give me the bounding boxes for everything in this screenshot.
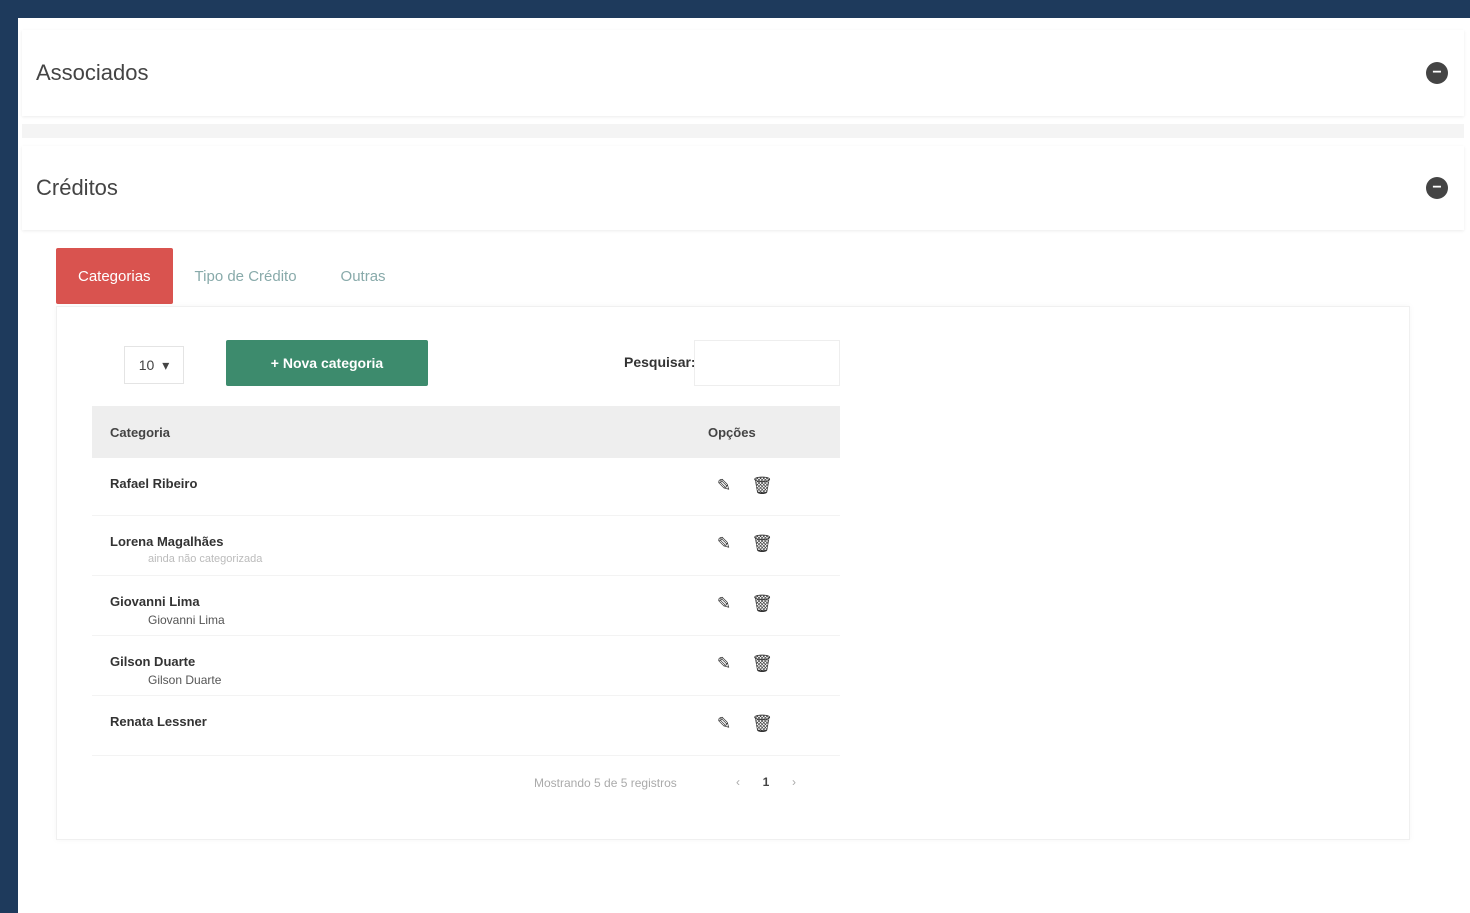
new-category-button[interactable]: + Nova categoria [226, 340, 428, 386]
categories-table: Categoria Opções Rafael Ribeiro ✎ 🗑 Lore… [92, 406, 840, 756]
panel-creditos-title: Créditos [36, 175, 118, 200]
table-row: Renata Lessner ✎ 🗑 [92, 696, 840, 756]
pagination: ‹ 1 › [726, 770, 806, 794]
trash-icon[interactable]: 🗑 [751, 594, 773, 612]
tab-tipo-credito[interactable]: Tipo de Crédito [173, 248, 319, 304]
edit-icon[interactable]: ✎ [714, 534, 734, 552]
page-length-value: 10 [138, 357, 155, 373]
pagination-next[interactable]: › [782, 770, 806, 794]
row-actions: ✎ 🗑 [690, 654, 840, 672]
table-row: Rafael Ribeiro ✎ 🗑 [92, 458, 840, 516]
row-actions: ✎ 🗑 [690, 714, 840, 732]
edit-icon[interactable]: ✎ [714, 594, 734, 612]
category-name: Renata Lessner [92, 714, 690, 729]
credit-tabs: Categorias Tipo de Crédito Outras [56, 248, 408, 304]
collapse-icon[interactable]: − [1426, 62, 1448, 84]
row-actions: ✎ 🗑 [690, 476, 840, 494]
page-length-select[interactable]: 10 ▾ [124, 346, 184, 384]
search-input[interactable] [694, 340, 840, 386]
trash-icon[interactable]: 🗑 [751, 654, 773, 672]
category-name: Rafael Ribeiro [92, 476, 690, 491]
category-name: Giovanni Lima Giovanni Lima [92, 594, 690, 627]
column-header-categoria[interactable]: Categoria [92, 425, 690, 440]
category-name: Gilson Duarte Gilson Duarte [92, 654, 690, 687]
category-name-text: Renata Lessner [110, 714, 207, 729]
category-name-text: Gilson Duarte [110, 654, 196, 669]
search-label: Pesquisar: [624, 354, 696, 370]
row-actions: ✎ 🗑 [690, 534, 840, 552]
category-subtext: Gilson Duarte [148, 673, 222, 687]
caret-down-icon: ▾ [162, 356, 170, 373]
category-subtext: Giovanni Lima [148, 613, 225, 627]
edit-icon[interactable]: ✎ [714, 476, 734, 494]
row-actions: ✎ 🗑 [690, 594, 840, 612]
edit-icon[interactable]: ✎ [714, 654, 734, 672]
tab-outras[interactable]: Outras [319, 248, 408, 304]
trash-icon[interactable]: 🗑 [751, 476, 773, 494]
category-name-text: Lorena Magalhães [110, 534, 224, 549]
tab-categorias[interactable]: Categorias [56, 248, 173, 304]
table-row: Gilson Duarte Gilson Duarte ✎ 🗑 [92, 636, 840, 696]
category-name-text: Rafael Ribeiro [110, 476, 198, 491]
category-name: Lorena Magalhães ainda não categorizada [92, 534, 690, 565]
table-header: Categoria Opções [92, 406, 840, 458]
pagination-page[interactable]: 1 [754, 770, 778, 794]
table-row: Giovanni Lima Giovanni Lima ✎ 🗑 [92, 576, 840, 636]
category-name-text: Giovanni Lima [110, 594, 200, 609]
column-header-opcoes: Opções [708, 424, 756, 440]
panel-associados-header[interactable]: Associados − [22, 30, 1464, 116]
panel-divider [22, 124, 1464, 138]
table-row: Lorena Magalhães ainda não categorizada … [92, 516, 840, 576]
new-category-label: + Nova categoria [270, 355, 384, 371]
pagination-info: Mostrando 5 de 5 registros [534, 776, 677, 790]
panel-creditos-header[interactable]: Créditos − [22, 146, 1464, 230]
collapse-icon[interactable]: − [1426, 177, 1448, 199]
panel-associados-title: Associados [36, 60, 149, 85]
trash-icon[interactable]: 🗑 [751, 534, 773, 552]
pagination-prev[interactable]: ‹ [726, 770, 750, 794]
category-subtext: ainda não categorizada [148, 553, 263, 565]
edit-icon[interactable]: ✎ [714, 714, 734, 732]
trash-icon[interactable]: 🗑 [751, 714, 773, 732]
